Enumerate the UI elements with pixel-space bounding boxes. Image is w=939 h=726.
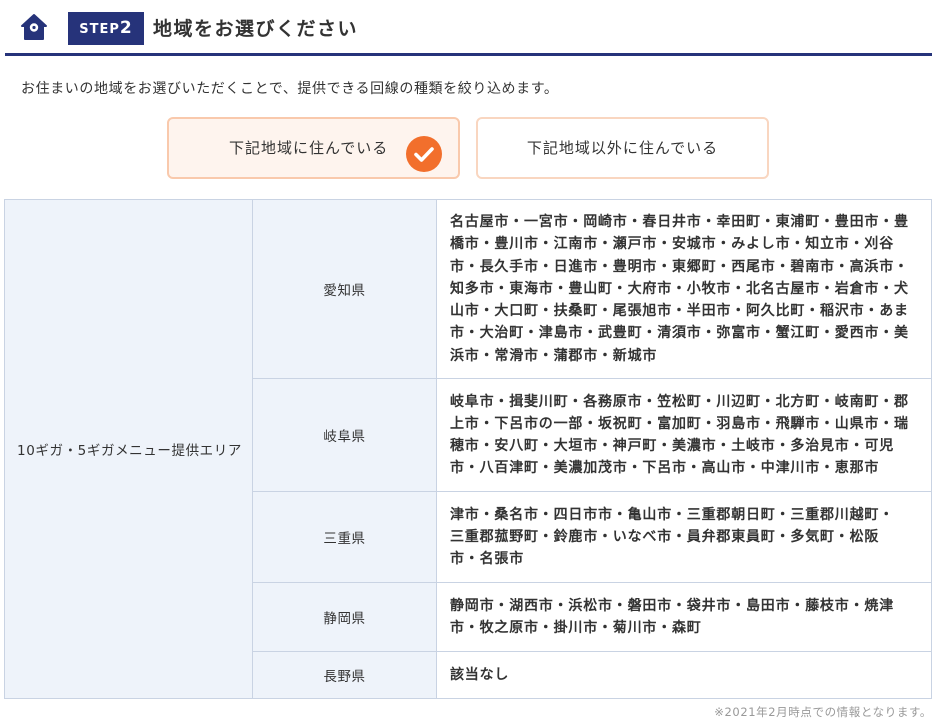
city-line: 岐阜市・揖斐川町・各務原市・笠松町・川辺町・北方町・岐南町・郡 [450,393,909,410]
city-line: 市・八百津町・美濃加茂市・下呂市・高山市・中津川市・恵那市 [450,460,880,477]
city-line: 津市・桑名市・四日市市・亀山市・三重郡朝日町・三重郡川越町・ [450,506,894,523]
city-line: 市・名張市 [450,551,524,568]
prefecture-aichi: 愛知県 [252,199,437,379]
city-line: 市・大治町・津島市・武豊町・清須市・弥富市・蟹江町・愛西市・美 [450,325,909,342]
area-table: 10ギガ・5ギガメニュー提供エリア 愛知県 名古屋市・一宮市・岡崎市・春日井市・… [4,199,932,699]
step-badge: STEP2 [68,12,144,45]
city-list-aichi: 名古屋市・一宮市・岡崎市・春日井市・幸田町・東浦町・豊田市・豊 橋市・豊川市・江… [436,199,932,379]
city-line: 穂市・安八町・大垣市・神戸町・美濃市・土岐市・多治見市・可児 [450,438,894,454]
city-list-shizuoka: 静岡市・湖西市・浜松市・磐田市・袋井市・島田市・藤枝市・焼津 市・牧之原市・掛川… [436,582,932,652]
header-divider [5,53,932,56]
choice-outside-area-button[interactable]: 下記地域以外に住んでいる [476,117,769,179]
choice-in-area-button[interactable]: 下記地域に住んでいる [167,117,460,179]
city-list-gifu: 岐阜市・揖斐川町・各務原市・笠松町・川辺町・北方町・岐南町・郡 上市・下呂市の一… [436,378,932,492]
city-line: 市・牧之原市・掛川市・菊川市・森町 [450,620,702,636]
check-circle-icon [406,136,442,172]
city-line: 浜市・常滑市・蒲郡市・新城市 [450,347,658,364]
city-list-nagano: 該当なし [436,651,932,699]
step-number: 2 [119,18,133,38]
city-line: 知多市・東海市・豊山町・大府市・小牧市・北名古屋市・岩倉市・犬 [450,280,909,297]
table-row: 10ギガ・5ギガメニュー提供エリア 愛知県 名古屋市・一宮市・岡崎市・春日井市・… [4,199,932,699]
prefecture-nagano: 長野県 [252,651,437,699]
city-line: 上市・下呂市の一部・坂祝町・富加町・羽島市・飛騨市・山県市・瑞 [450,415,909,432]
city-line: 橋市・豊川市・江南市・瀬戸市・安城市・みよし市・知立市・刈谷 [450,236,894,253]
area-label: 10ギガ・5ギガメニュー提供エリア [4,199,253,699]
choice-outside-area-label: 下記地域以外に住んでいる [526,139,719,157]
page-title: 地域をお選びください [153,18,359,40]
prefecture-gifu: 岐阜県 [252,378,437,492]
city-line: 名古屋市・一宮市・岡崎市・春日井市・幸田町・東浦町・豊田市・豊 [450,214,909,231]
footnote: ※2021年2月時点での情報となります。 [714,705,932,719]
prefecture-shizuoka: 静岡県 [252,582,437,652]
intro-text: お住まいの地域をお選びいただくことで、提供できる回線の種類を絞り込めます。 [21,81,559,97]
city-line: 静岡市・湖西市・浜松市・磐田市・袋井市・島田市・藤枝市・焼津 [450,597,894,614]
city-line: 山市・大口町・扶桑町・尾張旭市・半田市・阿久比町・稲沢市・あま [450,303,909,320]
city-line: 三重郡菰野町・鈴鹿市・いなべ市・員弁郡東員町・多気町・松阪 [450,528,880,545]
city-line: 市・長久手市・日進市・豊明市・東郷町・西尾市・碧南市・高浜市・ [450,258,909,275]
city-line: 該当なし [450,666,510,683]
city-list-mie: 津市・桑名市・四日市市・亀山市・三重郡朝日町・三重郡川越町・ 三重郡菰野町・鈴鹿… [436,491,932,583]
home-icon[interactable] [19,12,49,42]
prefecture-mie: 三重県 [252,491,437,583]
choice-in-area-label: 下記地域に住んでいる [229,139,389,157]
step-header: STEP2 地域をお選びください [0,0,939,58]
step-label: STEP [79,22,120,37]
